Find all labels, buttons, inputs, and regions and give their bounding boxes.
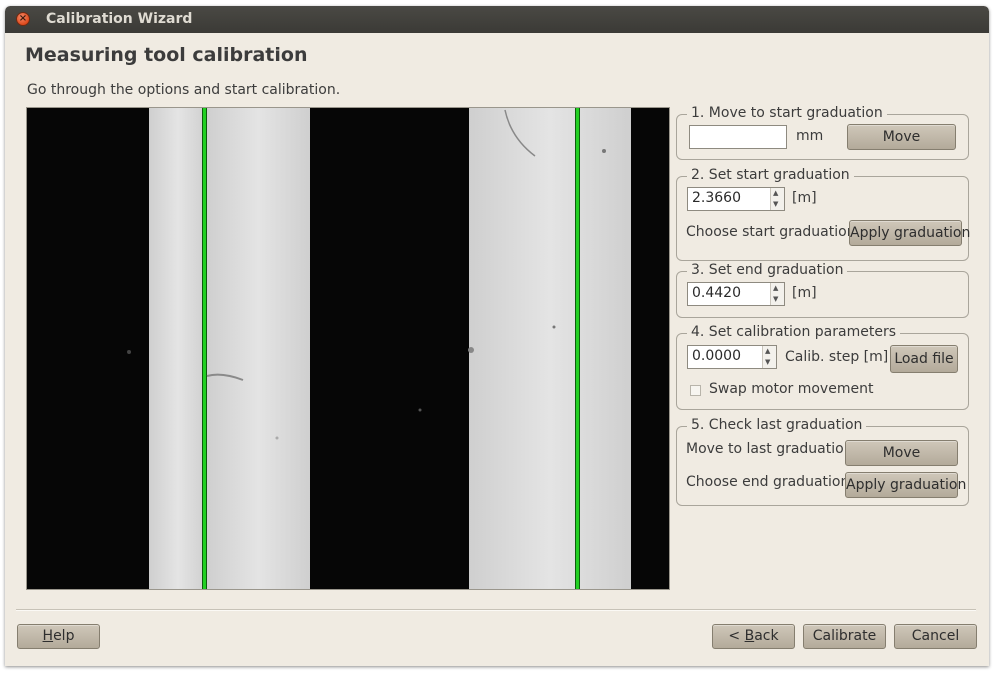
page-subtitle: Go through the options and start calibra…	[27, 82, 341, 98]
calibration-wizard-window: × Calibration Wizard Measuring tool cali…	[5, 6, 989, 666]
help-button[interactable]: Help	[17, 624, 100, 649]
camera-image-view[interactable]	[26, 107, 670, 590]
back-prefix: <	[728, 628, 745, 644]
calibration-step-label: Calib. step [m]	[785, 349, 889, 365]
group-set-start: 2. Set start graduation 2.3660 ▲ ▼ [m] C…	[676, 167, 970, 261]
back-mnemonic: B	[744, 628, 755, 644]
end-graduation-spinbox[interactable]: 0.4420 ▲ ▼	[687, 282, 785, 306]
group-move-start-title: 1. Move to start graduation	[687, 105, 887, 121]
spin-down-icon[interactable]: ▼	[773, 200, 778, 208]
move-last-button[interactable]: Move	[845, 440, 958, 466]
group-move-start: 1. Move to start graduation mm Move	[676, 105, 969, 160]
start-position-input[interactable]	[689, 125, 787, 149]
back-button[interactable]: < Back	[712, 624, 795, 649]
spin-down-icon[interactable]: ▼	[773, 295, 778, 303]
help-label: elp	[53, 628, 75, 644]
title-bar: × Calibration Wizard	[5, 6, 989, 33]
page-title: Measuring tool calibration	[25, 44, 308, 66]
group-set-end-title: 3. Set end graduation	[687, 262, 848, 278]
footer-separator	[16, 609, 976, 611]
spin-down-icon[interactable]: ▼	[765, 358, 770, 366]
window-title: Calibration Wizard	[46, 11, 193, 27]
group-calibration-params-title: 4. Set calibration parameters	[687, 324, 900, 340]
spin-arrows[interactable]: ▲ ▼	[762, 346, 776, 368]
close-icon[interactable]: ×	[16, 12, 30, 26]
help-mnemonic: H	[42, 628, 54, 644]
spin-up-icon[interactable]: ▲	[773, 189, 778, 197]
cancel-button[interactable]: Cancel	[894, 624, 977, 649]
swap-motor-label: Swap motor movement	[709, 381, 874, 397]
start-graduation-value: 2.3660	[692, 190, 741, 206]
choose-end-label: Choose end graduation	[686, 474, 850, 490]
calibration-step-value: 0.0000	[692, 348, 741, 364]
end-graduation-value: 0.4420	[692, 285, 741, 301]
spin-up-icon[interactable]: ▲	[765, 347, 770, 355]
calibration-step-spinbox[interactable]: 0.0000 ▲ ▼	[687, 345, 777, 369]
start-graduation-unit: [m]	[792, 190, 817, 206]
move-start-button[interactable]: Move	[847, 124, 956, 150]
apply-start-graduation-button[interactable]: Apply graduation	[849, 220, 970, 246]
back-label: ack	[754, 628, 779, 644]
apply-end-graduation-button[interactable]: Apply graduation	[845, 472, 966, 498]
choose-start-label: Choose start graduation	[686, 224, 856, 240]
spin-up-icon[interactable]: ▲	[773, 284, 778, 292]
spin-arrows[interactable]: ▲ ▼	[770, 283, 784, 305]
end-graduation-unit: [m]	[792, 285, 817, 301]
group-set-start-title: 2. Set start graduation	[687, 167, 854, 183]
start-graduation-spinbox[interactable]: 2.3660 ▲ ▼	[687, 187, 785, 211]
group-check-last: 5. Check last graduation Move to last gr…	[676, 417, 969, 506]
calibrate-button[interactable]: Calibrate	[803, 624, 886, 649]
group-set-end: 3. Set end graduation 0.4420 ▲ ▼ [m]	[676, 262, 969, 318]
image-specks	[127, 109, 606, 440]
start-position-unit: mm	[796, 128, 824, 144]
group-check-last-title: 5. Check last graduation	[687, 417, 867, 433]
move-last-label: Move to last graduation	[686, 441, 853, 457]
group-calibration-params: 4. Set calibration parameters 0.0000 ▲ ▼…	[676, 324, 969, 410]
swap-motor-checkbox[interactable]	[690, 385, 701, 396]
spin-arrows[interactable]: ▲ ▼	[770, 188, 784, 210]
load-file-button[interactable]: Load file	[890, 345, 958, 373]
